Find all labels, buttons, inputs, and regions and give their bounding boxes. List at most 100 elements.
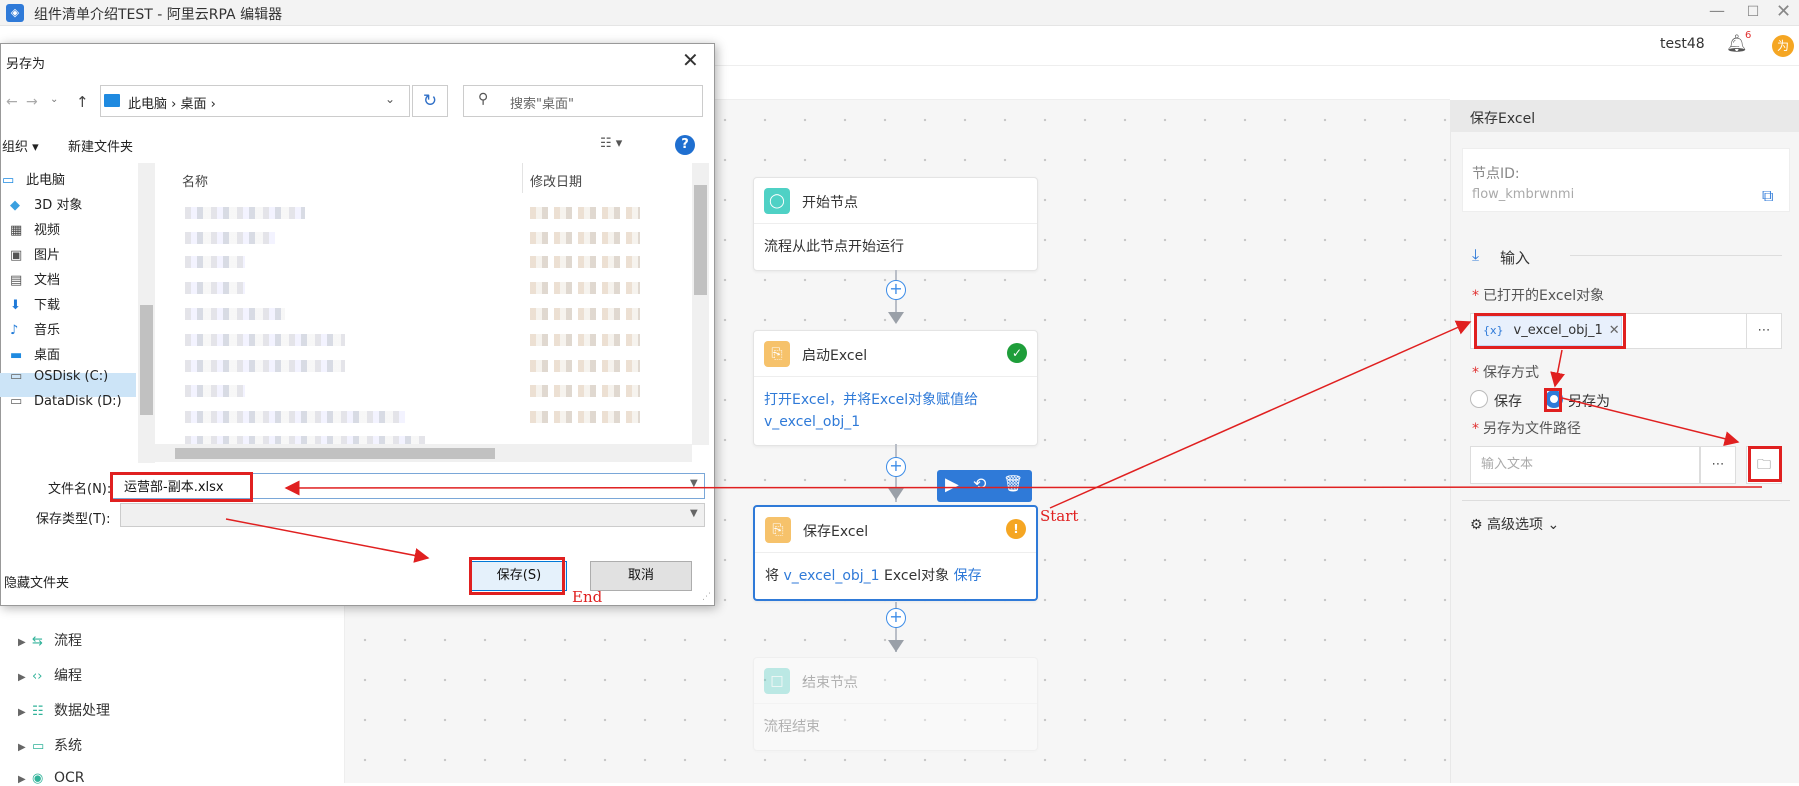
list-scrollbar-hthumb[interactable] [175,448,495,459]
list-item[interactable] [185,256,245,268]
list-item[interactable] [185,207,305,219]
end-node[interactable]: □ 结束节点 流程结束 [753,657,1038,751]
list-item[interactable] [185,385,245,397]
minimize-icon[interactable]: — [1700,0,1734,26]
code-icon: ‹› [32,669,43,684]
radio-save-as-label[interactable]: 另存为 [1568,391,1610,411]
view-options-icon[interactable]: ☷ ▾ [600,136,622,151]
sidebar-item-code[interactable]: ▶ ‹› 编程 [18,665,82,685]
picture-icon: ▣ [10,248,23,263]
tree-item-this-pc[interactable]: ▭ 此电脑 [2,169,65,188]
component-sidebar: ▶ ⇆ 流程 ▶ ‹› 编程 ▶ ☷ 数据处理 ▶ ▭ 系统 ▶ ◉ OCR [0,600,345,786]
chevron-down-icon[interactable]: ⌄ [50,94,58,105]
input-icon: ⤓ [1472,245,1480,264]
download-icon: ⬇ [10,298,21,313]
notification-badge: 6 [1745,30,1752,41]
list-item-date [530,360,640,372]
list-item[interactable] [185,360,345,372]
more-options-icon[interactable]: ⋯ [1700,446,1736,484]
list-item[interactable] [185,232,275,244]
annotation-box-folder [1748,446,1782,482]
list-item[interactable] [185,334,345,346]
breadcrumb[interactable]: 此电脑 › 桌面 › [128,93,216,112]
excel-icon: ⎘ [765,517,791,543]
save-excel-node[interactable]: ⎘ 保存Excel ! 将 v_excel_obj_1 Excel对象 保存 [753,505,1038,601]
radio-save[interactable] [1470,390,1488,408]
tree-item-documents[interactable]: ▤ 文档 [10,269,60,288]
column-header-name[interactable]: 名称 [182,171,208,190]
list-item[interactable] [185,436,425,444]
tree-item-3d-objects[interactable]: ◆ 3D 对象 [10,194,82,213]
launch-excel-node[interactable]: ⎘ 启动Excel ✓ 打开Excel，并将Excel对象赋值给 v_excel_… [753,330,1038,446]
node-action-bar: ▶ ⟲ 🗑︎ [937,470,1032,502]
flow-icon: ⇆ [32,634,43,649]
tree-item-desktop[interactable]: ▬ 桌面 [10,344,60,363]
chevron-down-icon[interactable]: ▼ [690,508,698,519]
advanced-options-toggle[interactable]: ⚙ 高级选项 ⌄ [1470,514,1559,534]
annotation-box-radio [1544,388,1562,412]
drive-icon: ▭ [10,369,23,384]
monitor-icon: ▭ [32,739,45,754]
cancel-button[interactable]: 取消 [590,561,692,591]
more-options-icon[interactable]: ⋯ [1746,313,1782,349]
list-item-date [530,308,640,320]
filetype-select[interactable] [120,503,705,527]
success-check-icon: ✓ [1007,343,1027,363]
tree-scrollbar-thumb[interactable] [140,305,153,415]
search-icon: ⚲ [478,91,489,107]
tree-item-pictures[interactable]: ▣ 图片 [10,244,60,263]
up-arrow-icon[interactable]: ↑ [76,93,89,111]
start-node[interactable]: ◯ 开始节点 流程从此节点开始运行 [753,177,1038,271]
delete-icon[interactable]: 🗑︎ [1003,474,1023,493]
column-header-date[interactable]: 修改日期 [530,171,582,190]
maximize-icon[interactable]: ☐ [1738,0,1768,26]
avatar[interactable]: 为 [1772,35,1794,57]
cube-icon: ◆ [10,198,20,213]
sidebar-item-flow[interactable]: ▶ ⇆ 流程 [18,630,82,650]
end-square-icon: □ [764,668,790,694]
sidebar-item-data[interactable]: ▶ ☷ 数据处理 [18,700,110,720]
add-node-icon[interactable]: + [886,608,906,628]
sidebar-item-system[interactable]: ▶ ▭ 系统 [18,735,82,755]
radio-save-label[interactable]: 保存 [1494,391,1522,411]
copy-icon[interactable]: ⧉ [1762,186,1773,206]
list-item-date [530,282,640,294]
list-item[interactable] [185,411,405,423]
list-item[interactable] [185,308,285,320]
user-name[interactable]: test48 [1660,36,1705,52]
save-path-input[interactable]: 输入文本 [1470,446,1700,484]
search-input[interactable] [463,85,703,117]
organize-menu[interactable]: 组织 ▾ [2,136,39,155]
arrow-down-icon [888,488,904,500]
tree-item-videos[interactable]: ▦ 视频 [10,219,60,238]
divider [1570,255,1782,256]
help-icon[interactable]: ? [675,135,695,155]
tree-item-music[interactable]: ♪ 音乐 [10,319,60,338]
close-icon[interactable]: ✕ [682,48,699,72]
run-icon[interactable]: ▶ [945,474,959,495]
back-arrow-icon[interactable]: ← [6,94,18,110]
close-icon[interactable]: ✕ [1768,0,1799,26]
resize-grip-icon[interactable]: ⋰ [702,592,711,602]
eye-icon: ◉ [32,771,44,786]
hide-folders-toggle[interactable]: 隐藏文件夹 [4,572,69,591]
add-node-icon[interactable]: + [886,280,906,300]
tree-item-d-drive[interactable]: ▭ DataDisk (D:) [10,394,122,409]
debug-icon[interactable]: ⟲ [973,474,986,493]
music-icon: ♪ [10,323,19,338]
list-item[interactable] [185,282,245,294]
new-folder-button[interactable]: 新建文件夹 [68,136,133,155]
chevron-down-icon[interactable]: ▼ [690,478,698,489]
list-scrollbar-thumb[interactable] [694,185,707,295]
tree-item-downloads[interactable]: ⬇ 下载 [10,294,60,313]
forward-arrow-icon[interactable]: → [26,94,38,110]
refresh-icon[interactable]: ↻ [412,85,448,117]
panel-title: 保存Excel [1470,111,1536,127]
window-title: 组件清单介绍TEST - 阿里云RPA 编辑器 [34,7,283,23]
tree-item-c-drive[interactable]: ▭ OSDisk (C:) [10,369,108,384]
chevron-down-icon[interactable]: ⌄ [385,92,395,106]
add-node-icon[interactable]: + [886,457,906,477]
filename-label: 文件名(N): [48,482,112,497]
list-item-date [530,207,640,219]
sidebar-item-ocr[interactable]: ▶ ◉ OCR [18,770,85,786]
